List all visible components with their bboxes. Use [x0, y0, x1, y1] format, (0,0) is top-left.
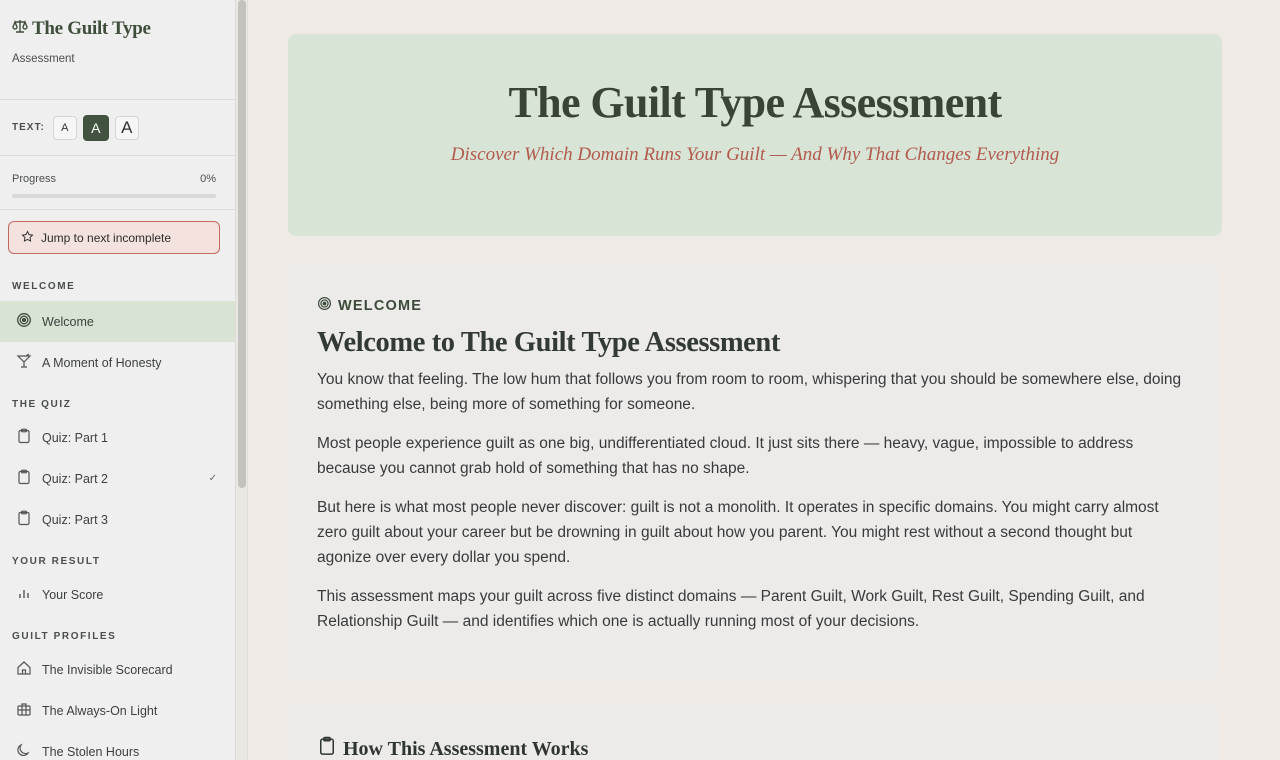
sidebar-item-your-score[interactable]: Your Score — [0, 574, 235, 615]
sidebar-item-moment-of-honesty[interactable]: A Moment of Honesty — [0, 342, 235, 383]
sidebar-item-stolen-hours[interactable]: The Stolen Hours — [0, 731, 235, 760]
brand-subtitle: Assessment — [12, 53, 75, 65]
text-size-large-button[interactable]: A — [114, 115, 139, 140]
welcome-paragraph-1: You know that feeling. The low hum that … — [317, 371, 1182, 413]
clipboard-icon — [16, 469, 32, 488]
star-icon — [21, 229, 34, 246]
sidebar-item-label: Welcome — [42, 314, 94, 329]
briefcase-icon — [16, 701, 32, 720]
welcome-paragraph-3: But here is what most people never disco… — [317, 499, 1159, 566]
sidebar: The Guilt Type Assessment TEXT: A A A Pr… — [0, 0, 236, 760]
clipboard-icon — [317, 736, 337, 760]
progress-label: Progress — [12, 173, 57, 185]
sidebar-item-label: Quiz: Part 1 — [42, 430, 108, 445]
sidebar-scrollbar-thumb[interactable] — [238, 0, 246, 488]
sidebar-item-label: The Stolen Hours — [42, 744, 140, 759]
clipboard-icon — [16, 510, 32, 529]
moon-icon — [16, 742, 32, 760]
progress-value: 0% — [200, 173, 216, 185]
sidebar-item-label: The Invisible Scorecard — [42, 662, 173, 677]
brand-title[interactable]: The Guilt Type — [12, 18, 223, 40]
home-icon — [16, 660, 32, 679]
sidebar-item-label: Your Score — [42, 587, 104, 602]
sidebar-item-invisible-scorecard[interactable]: The Invisible Scorecard — [0, 649, 235, 690]
jump-to-next-incomplete-button[interactable]: Jump to next incomplete — [8, 221, 220, 254]
scale-icon — [12, 18, 28, 40]
text-size-small-button[interactable]: A — [52, 115, 77, 140]
section-label-welcome: WELCOME — [12, 281, 76, 292]
sidebar-item-quiz-part-2[interactable]: Quiz: Part 2 ✓ — [0, 458, 235, 499]
welcome-paragraph-2: Most people experience guilt as one big,… — [317, 435, 1134, 477]
progress-bar — [12, 194, 216, 198]
sidebar-scrollbar[interactable] — [236, 0, 248, 760]
sidebar-item-always-on-light[interactable]: The Always-On Light — [0, 690, 235, 731]
target-icon — [16, 312, 32, 331]
sidebar-item-label: Quiz: Part 2 — [42, 471, 108, 486]
page-title: The Guilt Type Assessment — [508, 78, 1002, 127]
brand-title-text: The Guilt Type — [32, 18, 151, 39]
cocktail-glass-icon — [16, 353, 32, 372]
welcome-kicker: WELCOME — [317, 296, 1190, 315]
jump-label: Jump to next incomplete — [41, 230, 172, 245]
clipboard-icon — [16, 428, 32, 447]
sidebar-item-quiz-part-1[interactable]: Quiz: Part 1 — [0, 417, 235, 458]
progress-section: Progress 0% — [0, 156, 235, 210]
sidebar-brand: The Guilt Type Assessment — [0, 0, 235, 100]
sidebar-item-label: The Always-On Light — [42, 703, 158, 718]
welcome-kicker-text: WELCOME — [338, 297, 423, 314]
page-subtitle: Discover Which Domain Runs Your Guilt — … — [450, 144, 1060, 165]
sidebar-item-quiz-part-3[interactable]: Quiz: Part 3 — [0, 499, 235, 540]
text-size-control: TEXT: A A A — [0, 100, 235, 156]
welcome-paragraph-4: This assessment maps your guilt across f… — [317, 588, 1145, 630]
target-icon — [317, 296, 332, 315]
sidebar-item-label: Quiz: Part 3 — [42, 512, 108, 527]
how-it-works-card: How This Assessment Works — [288, 704, 1219, 760]
welcome-card: WELCOME Welcome to The Guilt Type Assess… — [288, 266, 1219, 680]
text-size-label: TEXT: — [12, 122, 45, 133]
bar-chart-icon — [16, 585, 32, 604]
sidebar-item-label: A Moment of Honesty — [42, 355, 162, 370]
welcome-heading: Welcome to The Guilt Type Assessment — [317, 327, 780, 358]
text-size-medium-button[interactable]: A — [82, 114, 109, 141]
section-label-quiz: THE QUIZ — [12, 399, 72, 410]
completed-check-icon: ✓ — [208, 473, 217, 484]
how-it-works-heading-text: How This Assessment Works — [343, 737, 589, 760]
hero-banner: The Guilt Type Assessment Discover Which… — [288, 34, 1222, 236]
sidebar-item-welcome[interactable]: Welcome — [0, 301, 235, 342]
how-it-works-heading: How This Assessment Works — [317, 736, 1190, 760]
section-label-result: YOUR RESULT — [12, 556, 101, 567]
section-label-profiles: GUILT PROFILES — [12, 631, 117, 642]
